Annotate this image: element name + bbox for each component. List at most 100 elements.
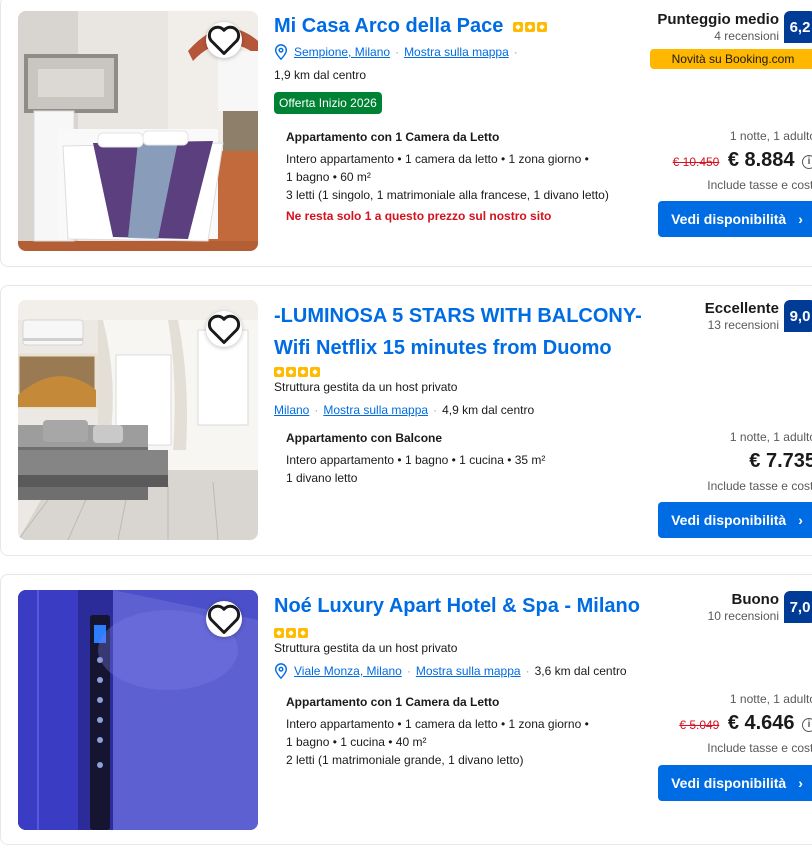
property-title-link[interactable]: -LUMINOSA 5 STARS WITH BALCONY- Wifi Net… [274,303,674,361]
distance-from-center: 4,9 km dal centro [442,403,535,417]
save-favorite-button[interactable] [206,601,242,637]
chevron-right-icon: › [798,775,803,791]
heart-icon [207,314,241,344]
score-badge: 9,0 [784,300,812,332]
review-count: 10 recensioni [707,609,779,623]
save-favorite-button[interactable] [206,22,242,58]
info-icon[interactable]: i [802,717,812,732]
button-label: Vedi disponibilità [671,211,787,227]
location-link[interactable]: Milano [274,403,309,417]
star-icon [286,627,296,638]
score-badge: 7,0 [784,591,812,623]
location-line: Milano · Mostra sulla mappa · 4,9 km dal cen… [274,402,534,418]
button-label: Vedi disponibilità [671,775,787,791]
room-info: Appartamento con 1 Camera da Letto Inter… [286,693,616,769]
see-availability-button[interactable]: Vedi disponibilità › [658,502,812,538]
star-icon [298,627,308,638]
button-label: Vedi disponibilità [671,512,787,528]
original-price: € 5.049 [679,718,720,732]
score-text: Eccellente 13 recensioni [705,300,779,332]
original-price: € 10.450 [672,155,720,169]
star-icon [536,21,547,32]
star-rating [274,366,320,377]
taxes-note: Include tasse e costi [707,741,812,755]
property-title[interactable]: -LUMINOSA 5 STARS WITH BALCONY- [274,303,674,329]
heart-icon [207,25,241,55]
star-icon [286,366,296,377]
review-score[interactable]: Punteggio medio 4 recensioni 6,2 [657,11,812,43]
heart-icon [207,604,241,634]
save-favorite-button[interactable] [206,311,242,347]
stay-length: 1 notte, 1 adulto [729,430,812,444]
host-note: Struttura gestita da un host privato [274,380,458,394]
separator-dot: · [513,45,518,60]
new-to-booking-badge: Novità su Booking.com [650,49,812,69]
chevron-right-icon: › [798,512,803,528]
price-block: 1 notte, 1 adulto € 7.735 Include tasse … [707,429,812,494]
review-score[interactable]: Eccellente 13 recensioni 9,0 [705,300,812,332]
star-icon [298,366,308,377]
separator-dot: · [525,664,530,679]
separator-dot: · [395,45,400,60]
property-card: -LUMINOSA 5 STARS WITH BALCONY- Wifi Net… [0,285,812,556]
property-title-link[interactable]: Noé Luxury Apart Hotel & Spa - Milano [274,593,640,619]
show-on-map-link[interactable]: Mostra sulla mappa [323,403,428,417]
room-details: Intero appartamento • 1 camera da letto … [286,717,589,731]
info-icon[interactable]: i [802,154,812,169]
score-word: Punteggio medio [657,11,779,28]
property-title[interactable]: Mi Casa Arco della Pace [274,15,503,37]
location-line: Sempione, Milano · Mostra sulla mappa · [274,44,523,60]
separator-dot: · [314,403,319,417]
room-info: Appartamento con 1 Camera da Letto Inter… [286,128,616,225]
stay-length: 1 notte, 1 adulto [729,129,812,143]
taxes-note: Include tasse e costi [707,479,812,493]
score-badge: 6,2 [784,11,812,43]
bed-details: 1 divano letto [286,471,358,485]
current-price: € 4.646 [727,712,795,734]
property-photo[interactable] [18,11,258,251]
score-text: Punteggio medio 4 recensioni [657,11,779,43]
price-block: 1 notte, 1 adulto € 5.049 € 4.646 i Incl… [679,691,812,756]
location-link[interactable]: Sempione, Milano [294,45,390,59]
location-line: Viale Monza, Milano · Mostra sulla mappa · 3… [274,663,627,679]
separator-dot: · [433,403,438,417]
review-count: 13 recensioni [707,318,779,332]
show-on-map-link[interactable]: Mostra sulla mappa [416,664,521,678]
offer-badge: Offerta Inizio 2026 [274,92,382,114]
star-icon [524,21,535,32]
map-pin-icon [274,663,288,679]
star-icon [512,21,523,32]
star-rating-row [274,624,308,642]
property-title-link[interactable]: Mi Casa Arco della Pace [274,13,547,39]
property-title[interactable]: Noé Luxury Apart Hotel & Spa - Milano [274,595,640,617]
show-on-map-link[interactable]: Mostra sulla mappa [404,45,509,59]
review-score[interactable]: Buono 10 recensioni 7,0 [708,591,812,623]
star-icon [274,627,284,638]
property-photo[interactable] [18,300,258,540]
room-name: Appartamento con Balcone [286,431,443,445]
stay-length: 1 notte, 1 adulto [729,692,812,706]
property-title[interactable]: Wifi Netflix 15 minutes from Duomo [274,335,674,361]
price-line: € 7.735 [707,449,812,475]
current-price: € 8.884 [727,149,795,171]
room-name: Appartamento con 1 Camera da Letto [286,130,500,144]
property-card: Noé Luxury Apart Hotel & Spa - Milano St… [0,574,812,845]
score-word: Buono [731,591,779,608]
price-block: 1 notte, 1 adulto € 10.450 € 8.884 i Inc… [673,128,812,193]
current-price: € 7.735 [749,450,812,472]
separator-dot: · [406,664,411,679]
star-rating-row [274,363,320,381]
location-link[interactable]: Viale Monza, Milano [294,664,402,678]
room-details: 1 bagno • 60 m² [286,170,371,184]
see-availability-button[interactable]: Vedi disponibilità › [658,201,812,237]
price-line: € 10.450 € 8.884 i [673,148,812,174]
property-photo[interactable] [18,590,258,830]
price-line: € 5.049 € 4.646 i [679,711,812,737]
scarcity-warning: Ne resta solo 1 a questo prezzo sul nost… [286,209,552,223]
room-details: Intero appartamento • 1 bagno • 1 cucina… [286,453,546,467]
bed-details: 3 letti (1 singolo, 1 matrimoniale alla … [286,188,609,202]
star-icon [310,366,320,377]
map-pin-icon [274,44,288,60]
see-availability-button[interactable]: Vedi disponibilità › [658,765,812,801]
review-count: 4 recensioni [714,29,779,43]
